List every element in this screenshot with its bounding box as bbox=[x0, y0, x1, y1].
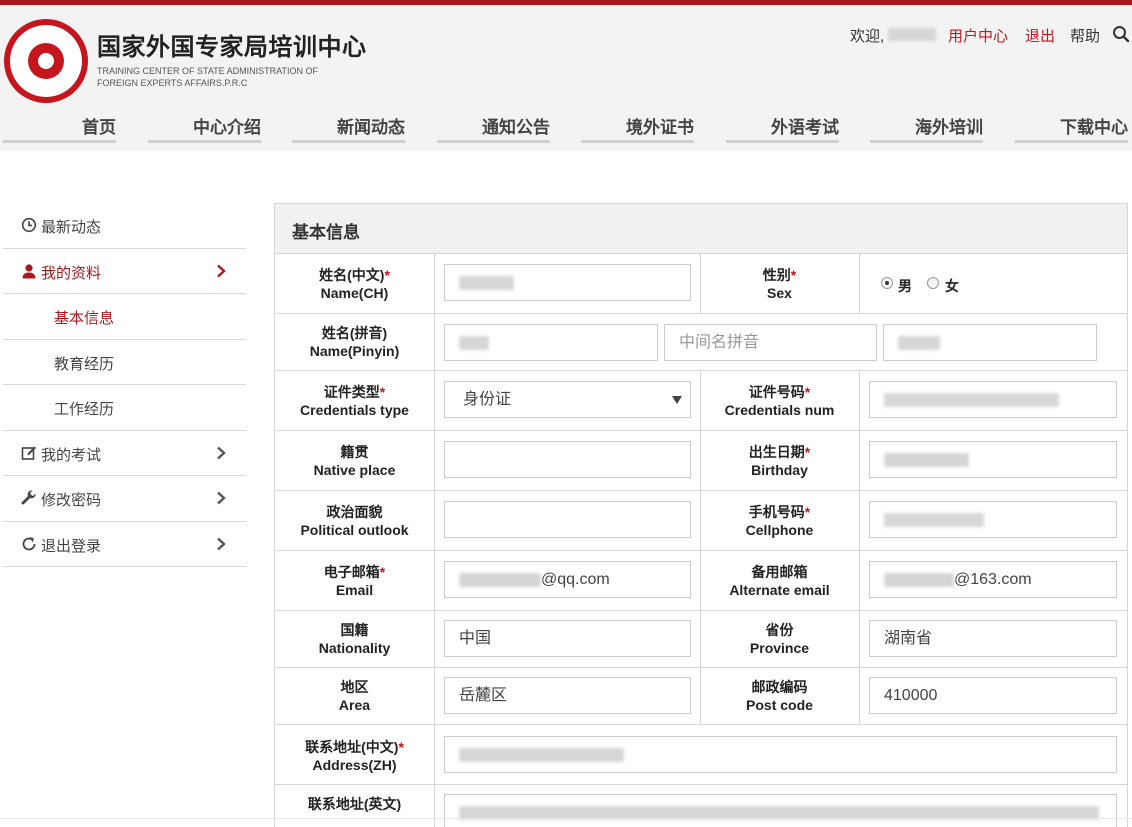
sidebar-item-change-password[interactable]: 修改密码 bbox=[3, 476, 246, 522]
cellphone-input[interactable] bbox=[869, 501, 1117, 538]
logout-link[interactable]: 退出 bbox=[1025, 25, 1055, 46]
area-input[interactable]: 岳麓区 bbox=[444, 677, 691, 714]
nav-overseas-training[interactable]: 海外培训 bbox=[870, 113, 983, 143]
email-input[interactable]: @qq.com bbox=[444, 561, 691, 598]
name-ch-input[interactable] bbox=[444, 264, 691, 301]
form-row: 姓名(拼音) Name(Pinyin) 中间名拼音 bbox=[275, 314, 1127, 371]
panel-title: 基本信息 bbox=[292, 223, 360, 242]
province-input[interactable]: 湖南省 bbox=[869, 620, 1117, 657]
form-row: 国籍 Nationality 中国 省份 Province 湖南省 bbox=[275, 611, 1127, 668]
form-row: 地区 Area 岳麓区 邮政编码 Post code 410000 bbox=[275, 668, 1127, 725]
user-icon bbox=[22, 263, 36, 278]
form-row: 联系地址(中文)* Address(ZH) bbox=[275, 725, 1127, 785]
chevron-right-icon bbox=[217, 264, 226, 277]
sidebar-item-sign-out[interactable]: 退出登录 bbox=[3, 522, 246, 567]
edit-icon bbox=[21, 446, 36, 460]
user-center-link[interactable]: 用户中心 bbox=[948, 25, 1008, 46]
address-en-input[interactable] bbox=[444, 794, 1117, 827]
native-place-input[interactable] bbox=[444, 441, 691, 478]
pinyin-middle-input[interactable]: 中间名拼音 bbox=[664, 324, 877, 361]
form-row: 政治面貌 Political outlook 手机号码* Cellphone bbox=[275, 491, 1127, 551]
pinyin-first-input[interactable] bbox=[444, 324, 658, 361]
postcode-input[interactable]: 410000 bbox=[869, 677, 1117, 714]
sex-male-radio[interactable] bbox=[881, 277, 893, 289]
sidebar-item-education[interactable]: 教育经历 bbox=[3, 340, 246, 385]
sex-male-label: 男 bbox=[898, 278, 912, 294]
divider bbox=[0, 818, 1132, 819]
nav-notices[interactable]: 通知公告 bbox=[437, 113, 550, 143]
sidebar-item-latest[interactable]: 最新动态 bbox=[3, 203, 246, 249]
sex-female-radio[interactable] bbox=[927, 277, 939, 289]
chevron-right-icon bbox=[217, 446, 226, 459]
search-icon[interactable] bbox=[1112, 25, 1130, 43]
sex-female-label: 女 bbox=[945, 278, 959, 294]
nav-about[interactable]: 中心介绍 bbox=[148, 113, 261, 143]
form-row: 姓名(中文)* Name(CH) 性别* Sex 男 女 bbox=[275, 254, 1127, 314]
refresh-icon bbox=[22, 536, 36, 550]
sidebar: 最新动态 我的资料 基本信息 教育经历 工作经历 我的考试 修改密码 退出登录 bbox=[3, 203, 246, 567]
help-link[interactable]: 帮助 bbox=[1070, 25, 1100, 46]
clock-icon bbox=[21, 217, 37, 233]
site-title: 国家外国专家局培训中心 bbox=[97, 34, 367, 61]
sidebar-item-profile[interactable]: 我的资料 bbox=[3, 249, 246, 294]
nav-news[interactable]: 新闻动态 bbox=[292, 113, 405, 143]
basic-info-panel: 基本信息 姓名(中文)* Name(CH) 性别* Sex 男 女 姓名(拼音)… bbox=[274, 203, 1128, 827]
form-row: 电子邮箱* Email @qq.com 备用邮箱 Alternate email… bbox=[275, 551, 1127, 611]
chevron-right-icon bbox=[217, 491, 226, 505]
panel-header: 基本信息 bbox=[275, 204, 1127, 254]
welcome-text: 欢迎, bbox=[850, 28, 885, 45]
nav-language-exam[interactable]: 外语考试 bbox=[726, 113, 839, 143]
pinyin-last-input[interactable] bbox=[883, 324, 1097, 361]
form-row: 联系地址(英文) bbox=[275, 785, 1127, 827]
credentials-type-select[interactable]: 身份证 bbox=[444, 381, 691, 418]
site-subtitle: TRAINING CENTER OF STATE ADMINISTRATION … bbox=[97, 66, 319, 88]
site-header: 国家外国专家局培训中心 TRAINING CENTER OF STATE ADM… bbox=[0, 5, 1132, 151]
wrench-icon bbox=[21, 490, 36, 505]
form-row: 证件类型* Credentials type 身份证 证件号码* Credent… bbox=[275, 371, 1127, 431]
logo-seal-icon[interactable] bbox=[4, 19, 88, 103]
sidebar-item-work[interactable]: 工作经历 bbox=[3, 385, 246, 431]
nav-overseas-cert[interactable]: 境外证书 bbox=[581, 113, 694, 143]
political-outlook-input[interactable] bbox=[444, 501, 691, 538]
nav-downloads[interactable]: 下载中心 bbox=[1015, 113, 1128, 143]
sidebar-item-my-exams[interactable]: 我的考试 bbox=[3, 431, 246, 476]
chevron-right-icon bbox=[217, 537, 226, 550]
nationality-input[interactable]: 中国 bbox=[444, 620, 691, 657]
nav-home[interactable]: 首页 bbox=[3, 113, 116, 143]
chevron-down-icon bbox=[672, 396, 682, 404]
credentials-num-input[interactable] bbox=[869, 381, 1117, 418]
alternate-email-input[interactable]: @163.com bbox=[869, 561, 1117, 598]
sidebar-item-basic-info[interactable]: 基本信息 bbox=[3, 294, 246, 340]
user-bar: 欢迎, 用户中心 退出 帮助 bbox=[850, 25, 1130, 45]
address-zh-input[interactable] bbox=[444, 736, 1117, 773]
birthday-input[interactable] bbox=[869, 441, 1117, 478]
form-row: 籍贯 Native place 出生日期* Birthday bbox=[275, 431, 1127, 491]
